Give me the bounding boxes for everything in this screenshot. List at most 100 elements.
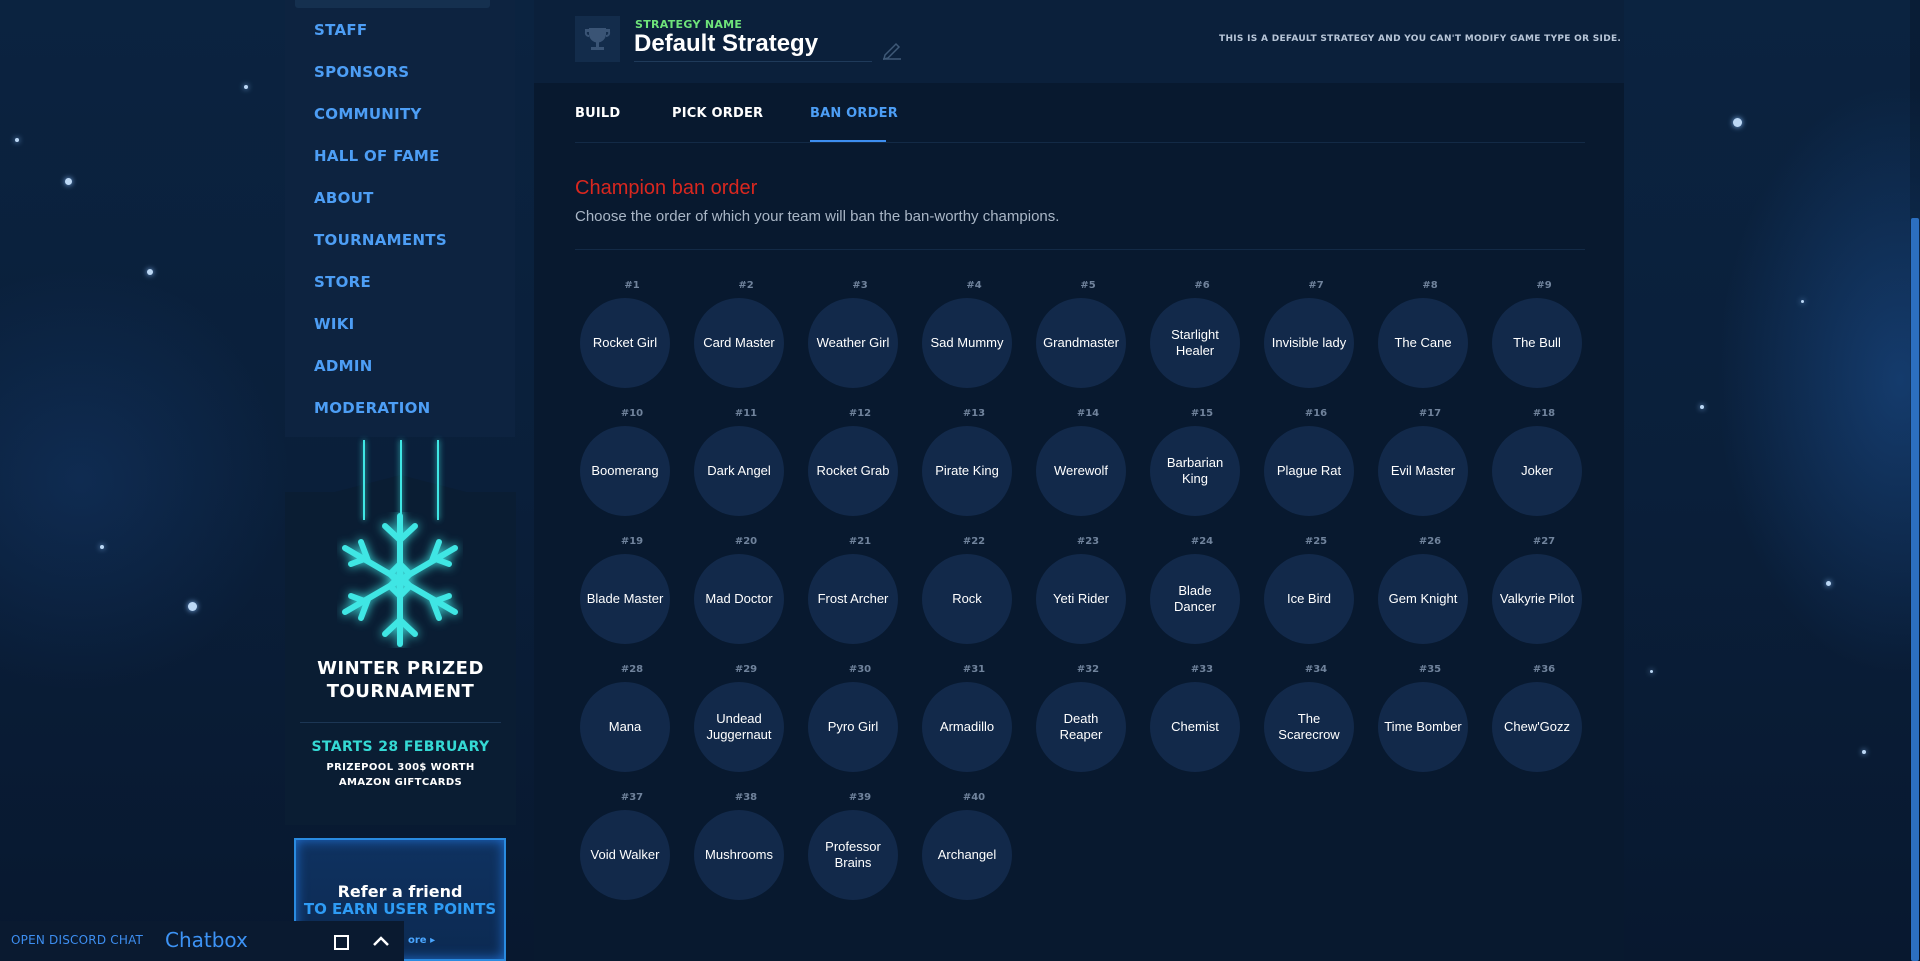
champion-token[interactable]: Mana <box>580 682 670 772</box>
chevron-up-icon[interactable] <box>372 934 390 948</box>
champion-token[interactable]: Rock <box>922 554 1012 644</box>
champion-slot: #27 Valkyrie Pilot <box>1487 536 1601 664</box>
champion-slot: #15 Barbarian King <box>1145 408 1259 536</box>
promo-divider <box>300 722 501 723</box>
strategy-name-underline <box>634 61 872 62</box>
champion-token[interactable]: The Scarecrow <box>1264 682 1354 772</box>
champion-slot: #17 Evil Master <box>1373 408 1487 536</box>
champion-token[interactable]: Undead Juggernaut <box>694 682 784 772</box>
champion-token[interactable]: Card Master <box>694 298 784 388</box>
champion-rank: #23 <box>1076 536 1100 547</box>
champion-token[interactable]: Professor Brains <box>808 810 898 900</box>
champion-rank: #13 <box>962 408 986 419</box>
promo-prize: PRIZEPOOL 300$ WORTH AMAZON GIFTCARDS <box>326 762 475 788</box>
nav-top-edge <box>295 0 490 8</box>
nav-item-moderation[interactable]: MODERATION <box>314 399 431 417</box>
champion-token[interactable]: Grandmaster <box>1036 298 1126 388</box>
champion-token[interactable]: Pyro Girl <box>808 682 898 772</box>
champion-token[interactable]: Starlight Healer <box>1150 298 1240 388</box>
refer-subtitle: TO EARN USER POINTS <box>303 900 497 918</box>
champion-rank: #10 <box>620 408 644 419</box>
section-subtitle: Choose the order of which your team will… <box>575 208 1060 225</box>
nav-item-hall-of-fame[interactable]: HALL OF FAME <box>314 147 440 165</box>
champion-token[interactable]: Yeti Rider <box>1036 554 1126 644</box>
champion-token[interactable]: Archangel <box>922 810 1012 900</box>
champion-token[interactable]: Dark Angel <box>694 426 784 516</box>
champion-token[interactable]: Time Bomber <box>1378 682 1468 772</box>
nav-item-sponsors[interactable]: SPONSORS <box>314 63 409 81</box>
champion-rank: #33 <box>1190 664 1214 675</box>
promo-string <box>437 440 439 520</box>
chatbox-bar: OPEN DISCORD CHAT Chatbox <box>0 921 404 961</box>
background-star <box>244 85 248 89</box>
pencil-icon[interactable] <box>881 38 903 60</box>
champion-token[interactable]: Werewolf <box>1036 426 1126 516</box>
champion-token[interactable]: Armadillo <box>922 682 1012 772</box>
champion-rank: #5 <box>1080 280 1096 291</box>
champion-token[interactable]: Evil Master <box>1378 426 1468 516</box>
champion-slot: #6 Starlight Healer <box>1145 280 1259 408</box>
nav-item-tournaments[interactable]: TOURNAMENTS <box>314 231 447 249</box>
section-divider <box>575 249 1585 250</box>
nav-item-admin[interactable]: ADMIN <box>314 357 373 375</box>
champion-token[interactable]: The Bull <box>1492 298 1582 388</box>
champion-slot: #40 Archangel <box>917 792 1031 920</box>
nav-item-staff[interactable]: STAFF <box>314 21 367 39</box>
champion-token[interactable]: Blade Master <box>580 554 670 644</box>
champion-token[interactable]: Chew'Gozz <box>1492 682 1582 772</box>
champion-token[interactable]: Mushrooms <box>694 810 784 900</box>
background-star <box>1650 670 1653 673</box>
champion-slot: #19 Blade Master <box>575 536 689 664</box>
promo-title: WINTER PRIZED TOURNAMENT <box>317 658 484 702</box>
champion-token[interactable]: Plague Rat <box>1264 426 1354 516</box>
maximize-icon[interactable] <box>334 935 349 950</box>
champion-token[interactable]: Rocket Girl <box>580 298 670 388</box>
champion-rank: #2 <box>738 280 754 291</box>
strategy-name-field[interactable]: Default Strategy <box>634 30 818 58</box>
champion-rank: #1 <box>624 280 640 291</box>
champion-token[interactable]: Weather Girl <box>808 298 898 388</box>
champion-token[interactable]: Blade Dancer <box>1150 554 1240 644</box>
champion-rank: #36 <box>1532 664 1556 675</box>
champion-token[interactable]: Ice Bird <box>1264 554 1354 644</box>
open-discord-chat-link[interactable]: OPEN DISCORD CHAT <box>11 933 143 947</box>
champion-token[interactable]: The Cane <box>1378 298 1468 388</box>
champion-rank: #31 <box>962 664 986 675</box>
nav-item-about[interactable]: ABOUT <box>314 189 374 207</box>
champion-token[interactable]: Boomerang <box>580 426 670 516</box>
champion-slot: #33 Chemist <box>1145 664 1259 792</box>
tab-pick-order[interactable]: PICK ORDER <box>672 106 763 121</box>
nav-item-store[interactable]: STORE <box>314 273 371 291</box>
background-star <box>1700 405 1704 409</box>
champion-rank: #16 <box>1304 408 1328 419</box>
nav-item-community[interactable]: COMMUNITY <box>314 105 422 123</box>
champion-token[interactable]: Invisible lady <box>1264 298 1354 388</box>
champion-token[interactable]: Joker <box>1492 426 1582 516</box>
champion-token[interactable]: Sad Mummy <box>922 298 1012 388</box>
champion-rank: #39 <box>848 792 872 803</box>
refer-more-link[interactable]: ore ▸ <box>408 935 435 946</box>
chatbox-title[interactable]: Chatbox <box>165 928 248 952</box>
champion-token[interactable]: Pirate King <box>922 426 1012 516</box>
champion-token[interactable]: Frost Archer <box>808 554 898 644</box>
champion-token[interactable]: Barbarian King <box>1150 426 1240 516</box>
champion-token[interactable]: Valkyrie Pilot <box>1492 554 1582 644</box>
champion-token[interactable]: Rocket Grab <box>808 426 898 516</box>
champion-token[interactable]: Death Reaper <box>1036 682 1126 772</box>
background-star <box>100 545 104 549</box>
champion-token[interactable]: Void Walker <box>580 810 670 900</box>
promo-start-date: STARTS 28 FEBRUARY <box>311 739 490 755</box>
tab-build[interactable]: BUILD <box>575 106 620 121</box>
champion-token[interactable]: Chemist <box>1150 682 1240 772</box>
champion-slot: #16 Plague Rat <box>1259 408 1373 536</box>
champion-rank: #4 <box>966 280 982 291</box>
champion-rank: #37 <box>620 792 644 803</box>
champion-rank: #38 <box>734 792 758 803</box>
nav-item-wiki[interactable]: WIKI <box>314 315 355 333</box>
tab-ban-order[interactable]: BAN ORDER <box>810 106 898 121</box>
champion-token[interactable]: Gem Knight <box>1378 554 1468 644</box>
promo-string <box>363 440 365 520</box>
champion-token[interactable]: Mad Doctor <box>694 554 784 644</box>
page-scrollbar-thumb[interactable] <box>1911 218 1919 961</box>
champion-slot: #29 Undead Juggernaut <box>689 664 803 792</box>
